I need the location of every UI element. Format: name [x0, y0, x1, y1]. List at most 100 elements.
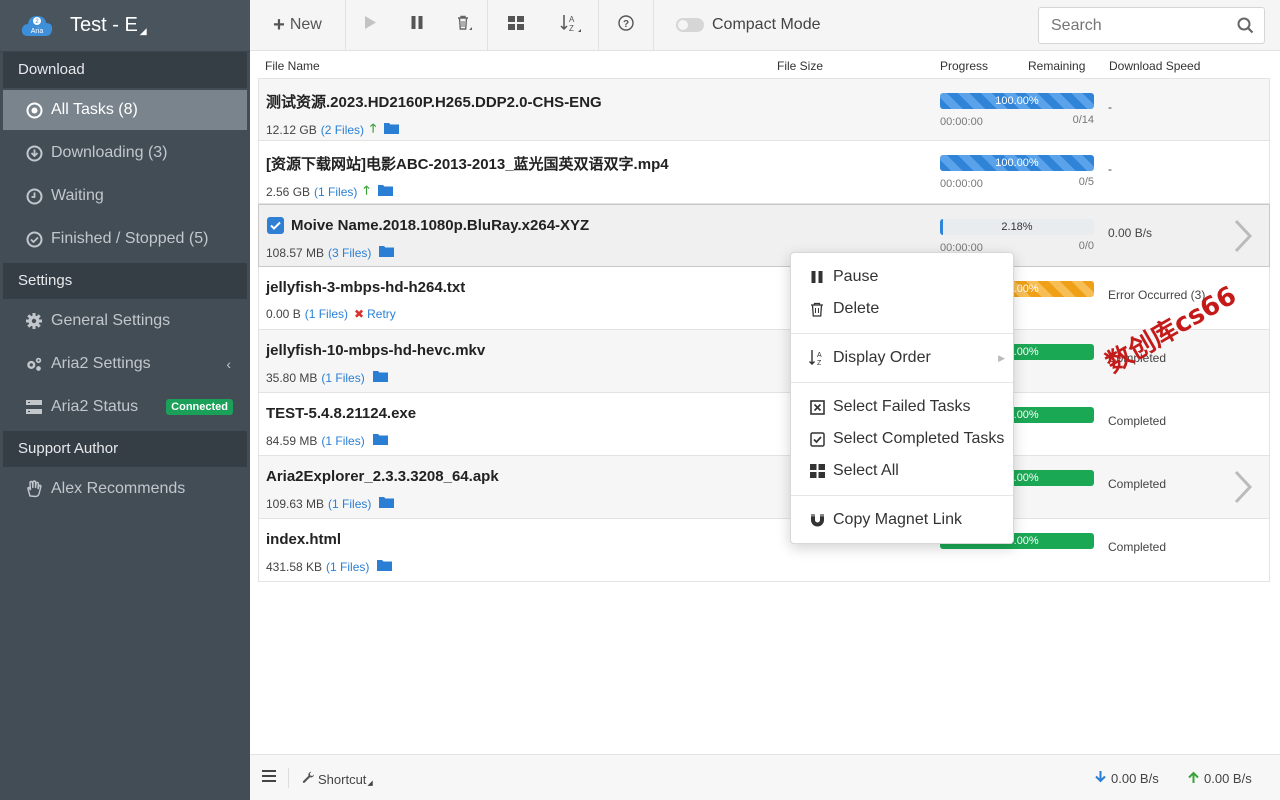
aria2-logo-icon: Aria 2: [20, 12, 54, 40]
progress-label: 100.00%: [940, 93, 1094, 109]
grid-icon: [809, 463, 825, 479]
column-remaining[interactable]: Remaining: [1028, 59, 1085, 73]
menu-item-label: Copy Magnet Link: [833, 511, 962, 529]
folder-icon[interactable]: [373, 433, 388, 448]
task-meta: 12.12 GB (2 Files) 🡑: [266, 119, 399, 140]
folder-icon[interactable]: [373, 370, 388, 385]
sidebar-item-label: General Settings: [51, 312, 170, 330]
menu-item-select-completed[interactable]: Select Completed Tasks: [791, 423, 1013, 455]
sidebar-item-all-tasks[interactable]: All Tasks (8): [3, 90, 247, 130]
task-files-link[interactable]: (1 Files): [321, 371, 364, 385]
arrow-down-icon: [1095, 771, 1106, 786]
task-speed: -: [1108, 162, 1112, 176]
trash-icon: [455, 14, 473, 37]
arrow-up-icon: [1188, 771, 1199, 786]
sidebar-item-aria2-status[interactable]: Aria2 Status Connected: [3, 387, 247, 427]
task-row[interactable]: index.html 431.58 KB (1 Files) 100.00% C…: [258, 519, 1270, 582]
progress-bar: 2.18%: [940, 219, 1094, 235]
task-status: Completed: [1108, 540, 1166, 554]
column-progress[interactable]: Progress: [940, 59, 988, 73]
task-row[interactable]: [资源下载网站]电影ABC-2013-2013_蓝光国英双语双字.mp4 2.5…: [258, 141, 1270, 204]
chevron-right-icon[interactable]: [1233, 219, 1253, 262]
folder-icon[interactable]: [384, 122, 399, 137]
magnet-icon: [809, 512, 825, 528]
task-checkbox[interactable]: [267, 217, 284, 234]
folder-icon[interactable]: [377, 559, 392, 574]
column-download-speed[interactable]: Download Speed: [1109, 59, 1200, 73]
retry-link[interactable]: ✖Retry: [354, 307, 396, 321]
wrench-icon: [302, 771, 315, 787]
task-files-link[interactable]: (3 Files): [328, 246, 371, 260]
menu-item-pause[interactable]: Pause: [791, 261, 1013, 293]
task-elapsed: 00:00:00: [940, 116, 983, 128]
task-size: 431.58 KB: [266, 560, 322, 574]
search-input[interactable]: [1051, 17, 1231, 35]
task-files-link[interactable]: (1 Files): [314, 185, 357, 199]
task-row[interactable]: 测试资源.2023.HD2160P.H265.DDP2.0-CHS-ENG 12…: [258, 78, 1270, 141]
pause-button[interactable]: [393, 0, 440, 51]
svg-text:?: ?: [623, 19, 629, 30]
task-files-link[interactable]: (1 Files): [305, 307, 348, 321]
folder-icon[interactable]: [378, 184, 393, 199]
start-button[interactable]: [346, 0, 393, 51]
brand-header[interactable]: Aria 2 Test - E ◢: [0, 0, 250, 52]
task-row[interactable]: Moive Name.2018.1080p.BluRay.x264-XYZ 10…: [258, 204, 1270, 267]
task-row[interactable]: Aria2Explorer_2.3.3.3208_64.apk 109.63 M…: [258, 456, 1270, 519]
task-files-link[interactable]: (1 Files): [328, 497, 371, 511]
seeding-arrow-up-icon: 🡑: [370, 119, 376, 140]
hamburger-menu-icon[interactable]: [262, 770, 276, 785]
caret-down-icon: ◢: [367, 779, 372, 787]
menu-item-label: Select Failed Tasks: [833, 398, 971, 416]
menu-item-copy-magnet[interactable]: Copy Magnet Link: [791, 504, 1013, 536]
task-row[interactable]: jellyfish-3-mbps-hd-h264.txt 0.00 B (1 F…: [258, 267, 1270, 330]
task-files-link[interactable]: (2 Files): [321, 123, 364, 137]
select-all-button[interactable]: [488, 0, 543, 51]
sort-button[interactable]: AZ: [543, 0, 598, 51]
task-remaining: 0/14: [1059, 114, 1094, 126]
new-button[interactable]: + New: [250, 0, 345, 51]
folder-icon[interactable]: [379, 496, 394, 511]
sidebar-item-general-settings[interactable]: General Settings: [3, 301, 247, 341]
menu-item-select-failed[interactable]: Select Failed Tasks: [791, 391, 1013, 423]
square-check-icon: [809, 431, 825, 447]
chevron-left-icon[interactable]: ‹: [226, 356, 231, 372]
pause-icon: [410, 15, 424, 35]
task-elapsed: 00:00:00: [940, 178, 983, 190]
task-name: Aria2Explorer_2.3.3.3208_64.apk: [266, 468, 499, 485]
sort-alpha-icon: AZ: [560, 13, 582, 38]
search-icon[interactable]: [1237, 17, 1254, 39]
task-files-link[interactable]: (1 Files): [326, 560, 369, 574]
menu-item-label: Select All: [833, 462, 899, 480]
sidebar-item-aria2-settings[interactable]: Aria2 Settings ‹: [3, 344, 247, 384]
task-meta: 0.00 B (1 Files) ✖Retry: [266, 307, 396, 321]
help-button[interactable]: ?: [599, 0, 653, 51]
gears-icon: [25, 355, 43, 373]
folder-icon[interactable]: [379, 245, 394, 260]
task-meta: 108.57 MB (3 Files): [266, 245, 394, 260]
task-name: 测试资源.2023.HD2160P.H265.DDP2.0-CHS-ENG: [266, 91, 602, 112]
menu-item-select-all[interactable]: Select All: [791, 455, 1013, 487]
shortcut-button[interactable]: Shortcut ◢: [302, 771, 373, 787]
chevron-right-icon[interactable]: [1233, 470, 1253, 513]
task-meta: 431.58 KB (1 Files): [266, 559, 392, 574]
column-file-size[interactable]: File Size: [777, 59, 823, 73]
delete-button[interactable]: [440, 0, 487, 51]
task-row[interactable]: TEST-5.4.8.21124.exe 84.59 MB (1 Files) …: [258, 393, 1270, 456]
square-x-icon: [809, 399, 825, 415]
task-name: index.html: [266, 531, 341, 548]
sidebar-item-downloading[interactable]: Downloading (3): [3, 133, 247, 173]
seeding-arrow-up-icon: 🡑: [363, 181, 369, 202]
task-files-link[interactable]: (1 Files): [321, 434, 364, 448]
compact-mode-toggle[interactable]: [676, 18, 704, 32]
menu-item-delete[interactable]: Delete: [791, 293, 1013, 325]
menu-item-label: Display Order: [833, 349, 931, 367]
task-meta: 109.63 MB (1 Files): [266, 496, 394, 511]
compact-mode-label: Compact Mode: [712, 16, 821, 34]
caret-down-icon[interactable]: ◢: [140, 26, 147, 37]
check-circle-icon: [25, 230, 43, 248]
sidebar-item-finished[interactable]: Finished / Stopped (5): [3, 219, 247, 259]
sidebar-item-alex-recommends[interactable]: Alex Recommends: [3, 469, 247, 509]
menu-item-display-order[interactable]: AZ Display Order ▶: [791, 342, 1013, 374]
column-file-name[interactable]: File Name: [265, 59, 320, 73]
sidebar-item-waiting[interactable]: Waiting: [3, 176, 247, 216]
